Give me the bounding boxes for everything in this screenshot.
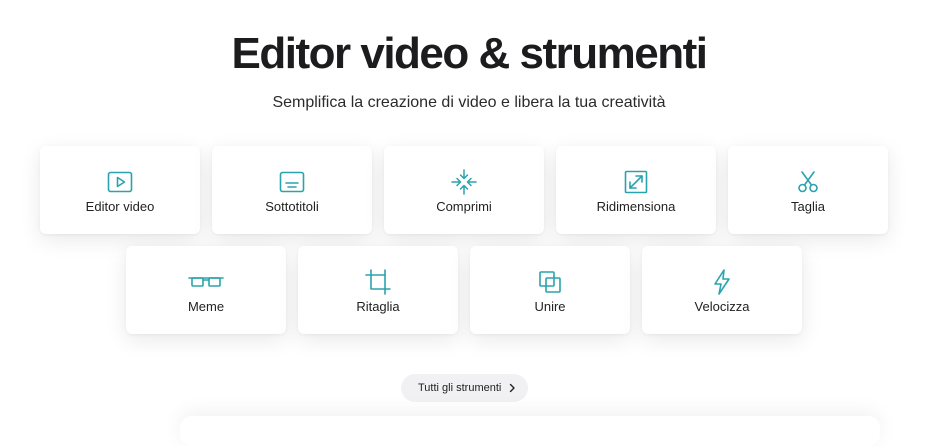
tool-card-label: Editor video [85, 199, 155, 214]
tool-card-label: Meme [187, 299, 225, 314]
crop-icon [364, 268, 392, 296]
tool-card-label: Ridimensiona [596, 199, 676, 214]
tool-card-taglia[interactable]: Taglia [728, 146, 888, 234]
resize-icon [622, 168, 650, 196]
tool-card-ridimensiona[interactable]: Ridimensiona [556, 146, 716, 234]
tool-card-editor-video[interactable]: Editor video [40, 146, 200, 234]
tool-card-label: Taglia [791, 199, 825, 214]
tool-card-comprimi[interactable]: Comprimi [384, 146, 544, 234]
lightning-icon [708, 268, 736, 296]
all-tools-label: Tutti gli strumenti [418, 382, 502, 394]
page-title: Editor video & strumenti [231, 29, 708, 78]
tool-card-label: Unire [534, 299, 566, 314]
scissors-icon [794, 168, 822, 196]
section-bottom-edge [180, 416, 880, 446]
tool-card-meme[interactable]: Meme [126, 246, 286, 334]
tool-card-label: Velocizza [694, 299, 750, 314]
tool-card-label: Ritaglia [356, 299, 400, 314]
play-icon [106, 168, 134, 196]
tool-card-label: Comprimi [436, 199, 492, 214]
tool-card-label: Sottotitoli [265, 199, 319, 214]
compress-icon [450, 168, 478, 196]
page-subtitle: Semplifica la creazione di video e liber… [272, 94, 666, 111]
merge-icon [536, 268, 564, 296]
glasses-icon [188, 268, 224, 296]
tool-card-unire[interactable]: Unire [470, 246, 630, 334]
chevron-right-icon [506, 382, 518, 394]
all-tools-button[interactable]: Tutti gli strumenti [401, 374, 528, 402]
tool-card-ritaglia[interactable]: Ritaglia [298, 246, 458, 334]
tool-card-velocizza[interactable]: Velocizza [642, 246, 802, 334]
subtitles-icon [278, 168, 306, 196]
tool-card-sottotitoli[interactable]: Sottotitoli [212, 146, 372, 234]
